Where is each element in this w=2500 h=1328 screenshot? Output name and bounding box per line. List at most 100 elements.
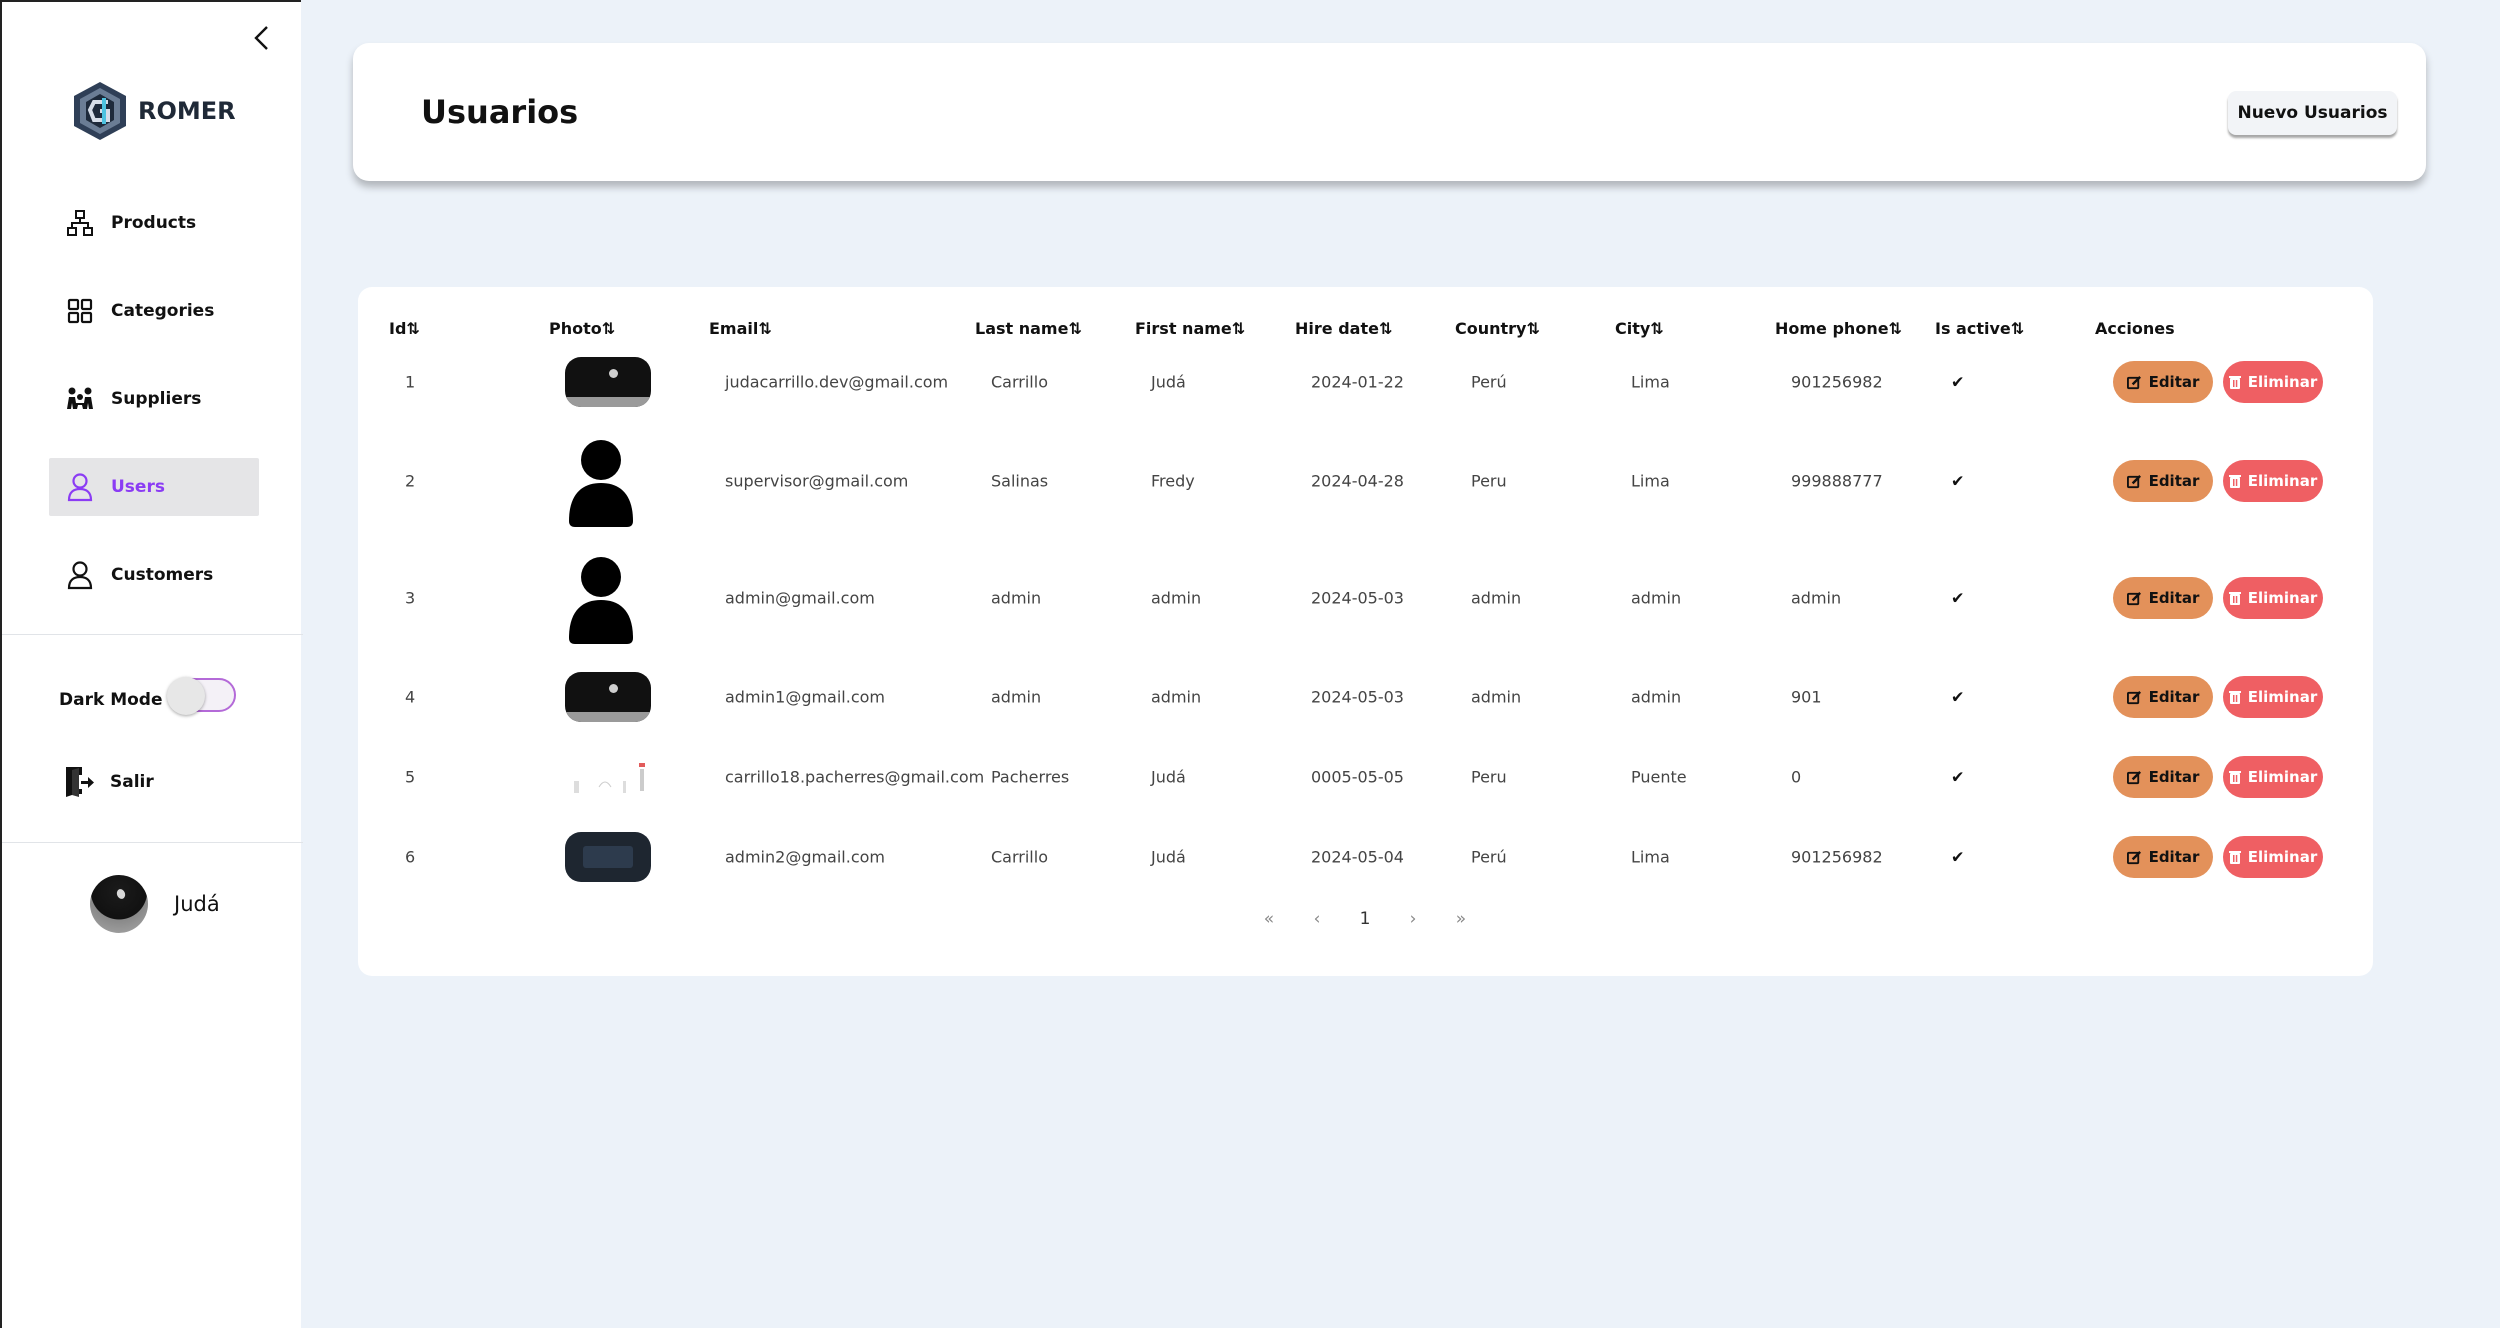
edit-button[interactable]: Editar: [2113, 577, 2213, 619]
edit-label: Editar: [2148, 472, 2200, 490]
column-header-city[interactable]: City⇅: [1615, 319, 1664, 338]
cell-id: 4: [405, 687, 416, 707]
cell-home-phone: 901256982: [1791, 372, 1883, 392]
cell-last-name: Carrillo: [991, 847, 1048, 867]
delete-button[interactable]: Eliminar: [2223, 676, 2323, 718]
cell-city: Lima: [1631, 372, 1670, 392]
cell-id: 2: [405, 471, 416, 491]
cell-id: 6: [405, 847, 416, 867]
trash-icon: [2228, 474, 2241, 488]
brand-logo[interactable]: ROMER: [72, 80, 236, 142]
cell-country: admin: [1471, 588, 1522, 608]
sidebar-item-label: Categories: [111, 301, 215, 321]
edit-button[interactable]: Editar: [2113, 676, 2213, 718]
edit-button[interactable]: Editar: [2113, 836, 2213, 878]
cell-email: supervisor@gmail.com: [725, 471, 909, 491]
delete-button[interactable]: Eliminar: [2223, 460, 2323, 502]
sidebar-item-suppliers[interactable]: Suppliers: [49, 370, 259, 428]
cell-home-phone: 0: [1791, 767, 1802, 787]
edit-button[interactable]: Editar: [2113, 460, 2213, 502]
sidebar-item-label: Products: [111, 213, 197, 233]
pagination-last[interactable]: »: [1456, 909, 1466, 929]
cell-country: admin: [1471, 687, 1522, 707]
trash-icon: [2228, 690, 2241, 704]
logo-icon: [74, 82, 126, 140]
cell-city: Lima: [1631, 847, 1670, 867]
sidebar: ROMER Products Categories Suppliers User…: [0, 0, 303, 1328]
user-profile[interactable]: Judá: [90, 875, 220, 933]
page-title: Usuarios: [421, 93, 579, 131]
cell-email: admin@gmail.com: [725, 588, 875, 608]
cell-city: admin: [1631, 687, 1682, 707]
cell-hire-date: 2024-05-03: [1311, 687, 1404, 707]
sitemap-icon: [65, 208, 95, 238]
cell-city: Puente: [1631, 767, 1687, 787]
logout-button[interactable]: Salir: [64, 765, 154, 799]
cell-country: Peru: [1471, 767, 1507, 787]
cell-first-name: Judá: [1151, 767, 1186, 787]
column-header-last-name[interactable]: Last name⇅: [975, 319, 1082, 338]
column-header-photo[interactable]: Photo⇅: [549, 319, 615, 338]
cell-is-active: ✔: [1951, 372, 1965, 392]
cell-last-name: Salinas: [991, 471, 1049, 491]
delete-button[interactable]: Eliminar: [2223, 836, 2323, 878]
cell-city: Lima: [1631, 471, 1670, 491]
cell-email: carrillo18.pacherres@gmail.com: [725, 767, 985, 787]
column-header-first-name[interactable]: First name⇅: [1135, 319, 1245, 338]
cell-last-name: Pacherres: [991, 767, 1070, 787]
sidebar-item-categories[interactable]: Categories: [49, 282, 259, 340]
pagination-first[interactable]: «: [1264, 909, 1274, 929]
delete-button[interactable]: Eliminar: [2223, 577, 2323, 619]
delete-button[interactable]: Eliminar: [2223, 756, 2323, 798]
cell-is-active: ✔: [1951, 767, 1965, 787]
column-header-country[interactable]: Country⇅: [1455, 319, 1540, 338]
cell-home-phone: 901256982: [1791, 847, 1883, 867]
cell-hire-date: 2024-05-03: [1311, 588, 1404, 608]
trash-icon: [2228, 850, 2241, 864]
edit-label: Editar: [2148, 688, 2200, 706]
collapse-sidebar-button[interactable]: [248, 24, 276, 52]
user-icon: [65, 560, 95, 590]
user-photo: [565, 672, 651, 722]
edit-icon: [2126, 591, 2141, 605]
delete-button[interactable]: Eliminar: [2223, 361, 2323, 403]
divider: [2, 842, 303, 843]
cell-email: admin1@gmail.com: [725, 687, 886, 707]
delete-label: Eliminar: [2247, 768, 2318, 786]
user-photo: [565, 357, 651, 407]
column-header-home-phone[interactable]: Home phone⇅: [1775, 319, 1902, 338]
user-name: Judá: [174, 892, 220, 916]
edit-button[interactable]: Editar: [2113, 361, 2213, 403]
users-table: Id⇅ Photo⇅ Email⇅ Last name⇅ First name⇅…: [358, 287, 2373, 976]
edit-label: Editar: [2148, 373, 2200, 391]
sidebar-item-products[interactable]: Products: [49, 194, 259, 252]
new-user-button[interactable]: Nuevo Usuarios: [2228, 91, 2397, 135]
logout-icon: [66, 767, 94, 797]
cell-id: 3: [405, 588, 416, 608]
column-header-hire-date[interactable]: Hire date⇅: [1295, 319, 1392, 338]
cell-home-phone: admin: [1791, 588, 1842, 608]
user-photo: [561, 433, 641, 529]
pagination-current-page[interactable]: 1: [1360, 909, 1371, 929]
sidebar-item-customers[interactable]: Customers: [49, 546, 259, 604]
trash-icon: [2228, 375, 2241, 389]
edit-icon: [2126, 770, 2141, 784]
column-header-id[interactable]: Id⇅: [389, 319, 420, 338]
cell-id: 5: [405, 767, 416, 787]
dark-mode-toggle[interactable]: [167, 677, 236, 715]
cell-country: Peru: [1471, 471, 1507, 491]
sidebar-item-users[interactable]: Users: [49, 458, 259, 516]
column-header-is-active[interactable]: Is active⇅: [1935, 319, 2024, 338]
pagination-next[interactable]: ›: [1410, 909, 1417, 929]
cell-first-name: Judá: [1151, 372, 1186, 392]
edit-button[interactable]: Editar: [2113, 756, 2213, 798]
grid-icon: [65, 296, 95, 326]
user-icon: [65, 472, 95, 502]
trash-icon: [2228, 770, 2241, 784]
cell-is-active: ✔: [1951, 471, 1965, 491]
delete-label: Eliminar: [2247, 472, 2318, 490]
edit-icon: [2126, 375, 2141, 389]
pagination-prev[interactable]: ‹: [1314, 909, 1321, 929]
column-header-email[interactable]: Email⇅: [709, 319, 772, 338]
dark-mode-label: Dark Mode: [59, 690, 163, 710]
